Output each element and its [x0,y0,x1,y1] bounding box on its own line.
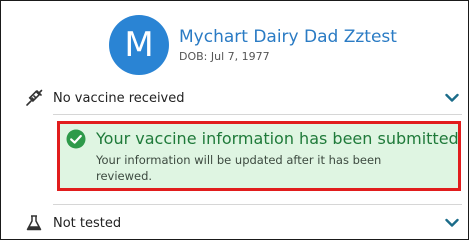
vaccine-status-panel: M Mychart Dairy Dad Zztest DOB: Jul 7, 1… [0,0,469,240]
divider [53,114,462,115]
avatar: M [109,15,169,75]
patient-info: Mychart Dairy Dad Zztest DOB: Jul 7, 197… [179,27,397,64]
chevron-down-icon[interactable] [442,213,462,233]
banner-title: Your vaccine information has been submit… [96,129,459,148]
check-circle-icon [66,129,86,149]
flask-icon [23,212,45,234]
chevron-down-icon[interactable] [442,88,462,108]
vaccine-status-label: No vaccine received [53,90,185,106]
patient-header: M Mychart Dairy Dad Zztest DOB: Jul 7, 1… [109,15,397,75]
banner-message: Your information will be updated after i… [96,153,382,183]
submitted-banner: Your vaccine information has been submit… [57,121,461,191]
test-status-row[interactable]: Not tested [23,210,462,236]
patient-dob: DOB: Jul 7, 1977 [179,49,270,63]
banner-title-row: Your vaccine information has been submit… [66,128,459,150]
divider [53,204,462,205]
patient-name: Mychart Dairy Dad Zztest [179,26,397,47]
test-status-label: Not tested [53,215,122,231]
vaccine-status-row[interactable]: No vaccine received [23,85,462,111]
syringe-icon [23,87,45,109]
